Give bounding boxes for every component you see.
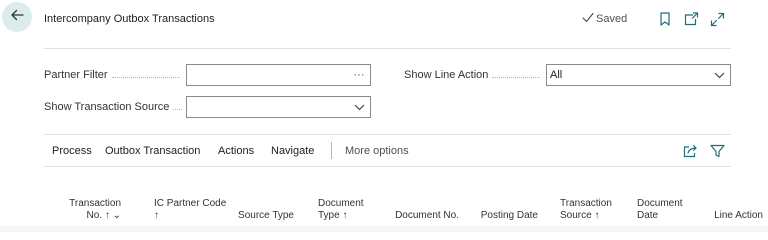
saved-label: Saved xyxy=(596,13,628,25)
open-in-new-window-icon[interactable] xyxy=(683,11,699,27)
column-header-document-type[interactable]: Document Type ↑ xyxy=(318,198,364,222)
partner-filter-label: Partner Filter xyxy=(44,69,180,81)
bookmark-icon[interactable] xyxy=(657,11,673,27)
column-header-posting-date[interactable]: Posting Date xyxy=(481,210,538,222)
action-actions[interactable]: Actions xyxy=(218,145,254,157)
page-title: Intercompany Outbox Transactions xyxy=(44,13,215,25)
column-header-transaction-no[interactable]: Transaction No. ↑ ⌄ xyxy=(69,198,121,222)
chevron-down-icon: ⌄ xyxy=(112,210,121,221)
action-navigate[interactable]: Navigate xyxy=(271,145,314,157)
action-outbox-transaction[interactable]: Outbox Transaction xyxy=(105,145,200,157)
column-header-line-action[interactable]: Line Action xyxy=(714,210,763,222)
header-divider xyxy=(44,48,731,49)
sort-ascending-icon: ↑ xyxy=(594,210,600,221)
saved-status: Saved xyxy=(582,12,627,26)
arrow-left-icon xyxy=(10,8,24,26)
lookup-ellipsis-button[interactable]: ··· xyxy=(348,65,370,85)
column-header-document-no[interactable]: Document No. xyxy=(395,210,459,222)
column-header-source-type[interactable]: Source Type xyxy=(238,210,294,222)
sort-ascending-icon: ↑ xyxy=(342,210,348,221)
show-line-action-select[interactable]: All xyxy=(546,64,731,86)
show-transaction-source-select[interactable] xyxy=(186,96,371,118)
show-line-action-label: Show Line Action xyxy=(404,69,541,81)
partner-filter-input[interactable]: ··· xyxy=(186,64,371,86)
share-icon[interactable] xyxy=(682,143,698,159)
back-button[interactable] xyxy=(2,2,32,32)
column-header-document-date[interactable]: Document Date xyxy=(637,198,683,222)
sort-ascending-icon: ↑ xyxy=(104,210,110,221)
action-process[interactable]: Process xyxy=(52,145,92,157)
sort-ascending-icon: ↑ xyxy=(154,210,159,221)
column-header-transaction-source[interactable]: Transaction Source ↑ xyxy=(560,198,612,222)
action-bar-bottom-divider xyxy=(44,166,731,167)
show-transaction-source-label: Show Transaction Source xyxy=(44,101,183,113)
expand-icon[interactable] xyxy=(709,11,725,27)
column-header-ic-partner-code[interactable]: IC Partner Code ↑ xyxy=(154,198,226,222)
more-options-button[interactable]: More options xyxy=(345,145,409,157)
filter-icon[interactable] xyxy=(709,143,725,159)
action-bar-separator xyxy=(331,142,332,159)
chevron-down-icon xyxy=(348,97,370,117)
table-body-edge xyxy=(0,226,768,232)
action-bar-top-divider xyxy=(44,134,731,135)
checkmark-icon xyxy=(582,12,594,26)
chevron-down-icon xyxy=(708,65,730,85)
